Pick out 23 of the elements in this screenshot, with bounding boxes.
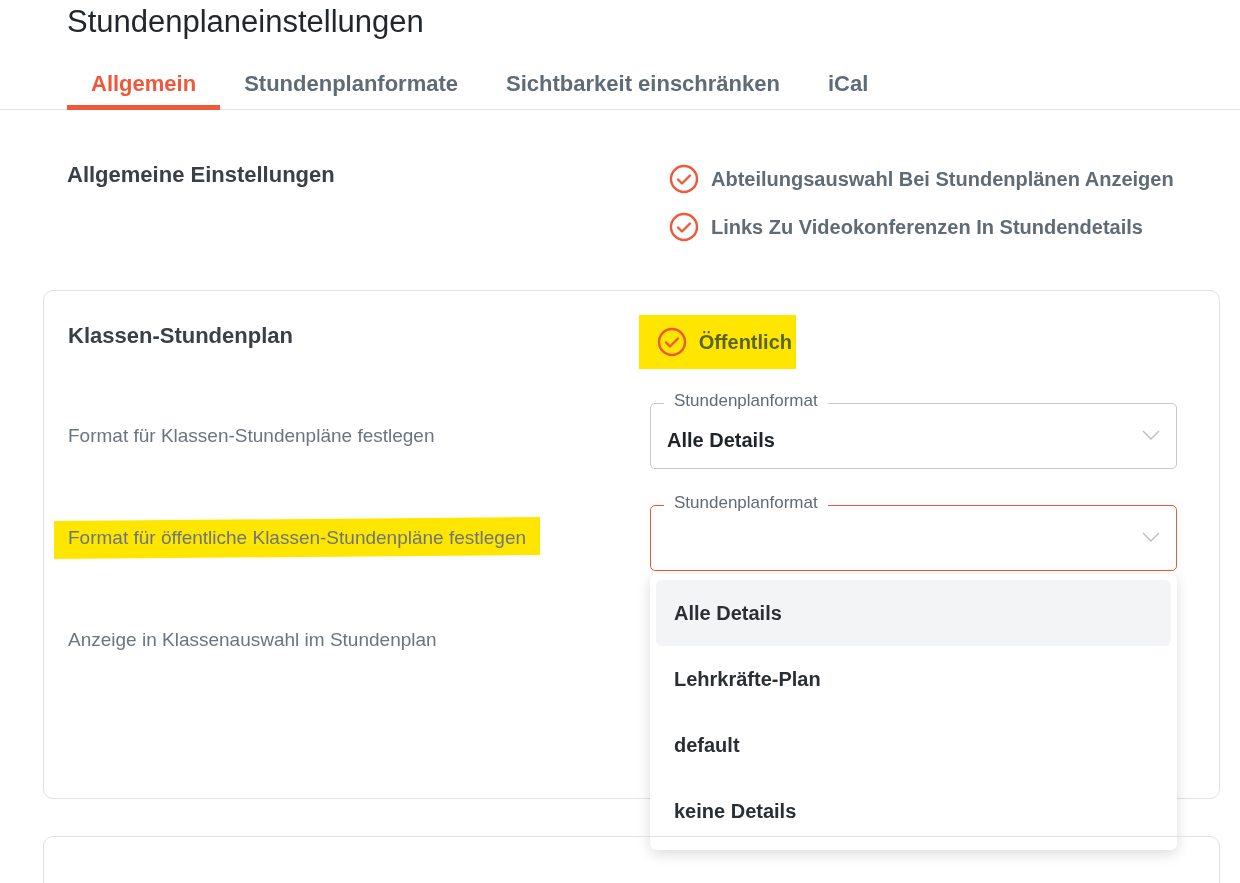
- dropdown-option[interactable]: Lehrkräfte-Plan: [656, 646, 1171, 712]
- option-label: Öffentlich: [698, 330, 792, 354]
- field-label: Stundenplanformat: [664, 391, 828, 411]
- option-label: Links Zu Videokonferenzen In Stundendetails: [711, 215, 1143, 239]
- option-label: Abteilungsauswahl Bei Stundenplänen Anzeigen: [711, 167, 1174, 191]
- dropdown-option[interactable]: Alle Details: [656, 580, 1171, 646]
- dropdown-option[interactable]: default: [656, 712, 1171, 778]
- field-label: Stundenplanformat: [664, 493, 828, 513]
- checkbox-icon[interactable]: [669, 212, 699, 242]
- dropdown-option[interactable]: keine Details: [656, 778, 1171, 844]
- card-heading: Klassen-Stundenplan: [68, 323, 293, 349]
- tab[interactable]: Sichtbarkeit einschränken: [482, 62, 804, 110]
- setting-label: Format für öffentliche Klassen-Stundenpläne festlegen: [68, 527, 527, 548]
- setting-label: Format für Klassen-Stundenpläne festlegen: [68, 425, 435, 446]
- chevron-down-icon: [1142, 532, 1160, 542]
- checkbox-icon[interactable]: [656, 327, 687, 357]
- setting-label: Anzeige in Klassenauswahl im Stundenplan: [68, 629, 437, 650]
- checkbox-icon[interactable]: [669, 164, 699, 194]
- tab[interactable]: Stundenplanformate: [220, 62, 483, 110]
- chevron-down-icon: [1142, 430, 1160, 440]
- page-title: Stundenplaneinstellungen: [66, 3, 425, 41]
- section-heading: Allgemeine Einstellungen: [67, 161, 336, 189]
- tab[interactable]: iCal: [803, 62, 893, 110]
